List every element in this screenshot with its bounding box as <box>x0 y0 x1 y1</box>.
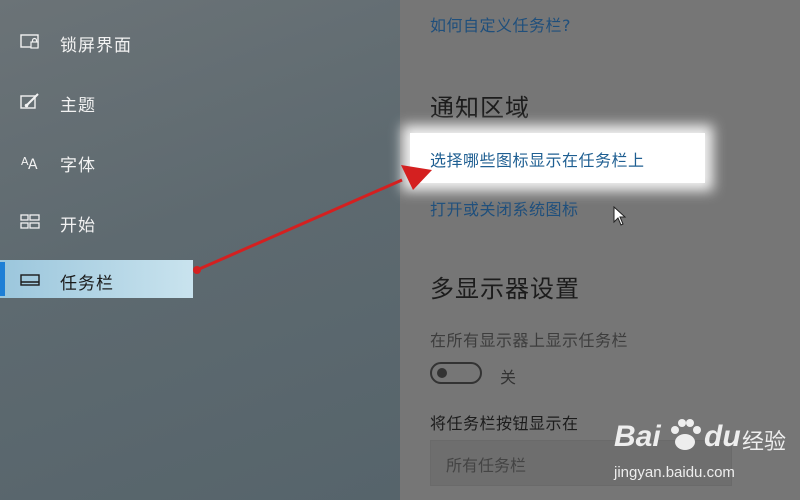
watermark-brand-right: du <box>704 420 741 453</box>
watermark-url: jingyan.baidu.com <box>614 464 735 481</box>
baidu-jingyan-watermark: Bai du 经验 jingyan.baidu.com <box>612 412 797 492</box>
watermark-brand-left: Bai <box>614 420 661 453</box>
watermark-brand-cn: 经验 <box>742 429 787 454</box>
baidu-paw-icon <box>671 419 701 450</box>
